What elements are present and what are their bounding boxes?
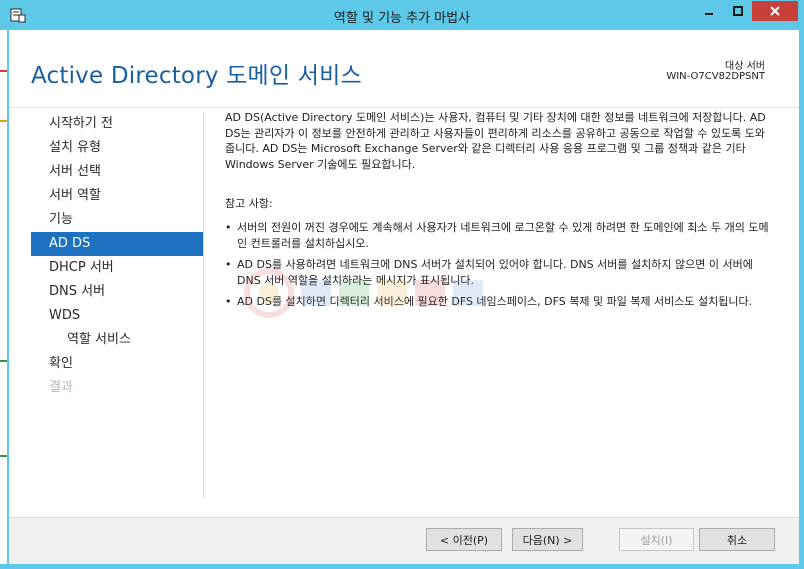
wizard-window: 역할 및 기능 추가 마법사 Active Directory 도메인 서비스 … — [0, 0, 804, 569]
wizard-footer: < 이전(P) 다음(N) > 설치(I) 취소 — [9, 517, 799, 564]
nav-item-dns-server[interactable]: DNS 서버 — [31, 280, 203, 304]
nav-item-wds[interactable]: WDS — [31, 304, 203, 328]
window-bottom-border — [0, 564, 804, 569]
nav-item-dhcp-server[interactable]: DHCP 서버 — [31, 256, 203, 280]
previous-button[interactable]: < 이전(P) — [426, 528, 502, 551]
window-title: 역할 및 기능 추가 마법사 — [333, 11, 471, 26]
wizard-header: Active Directory 도메인 서비스 대상 서버 WIN-O7CV8… — [9, 30, 799, 108]
page-title: Active Directory 도메인 서비스 — [31, 63, 362, 89]
notes-heading: 참고 사항: — [225, 197, 273, 210]
edge-tick-red — [0, 70, 7, 72]
edge-tick-orange — [0, 120, 7, 122]
destination-server-name: WIN-O7CV82DPSNT — [666, 71, 765, 82]
note-item: AD DS를 설치하면 디렉터리 서비스에 필요한 DFS 네임스페이스, DF… — [225, 294, 773, 310]
edge-tick-green-2 — [0, 455, 7, 457]
nav-item-server-roles[interactable]: 서버 역할 — [31, 184, 203, 208]
nav-item-confirmation[interactable]: 확인 — [31, 352, 203, 376]
notes-list: 서버의 전원이 꺼진 경우에도 계속해서 사용자가 네트워크에 로그온할 수 있… — [225, 220, 773, 316]
maximize-button[interactable] — [724, 1, 751, 21]
minimize-icon — [705, 13, 713, 15]
note-item: 서버의 전원이 꺼진 경우에도 계속해서 사용자가 네트워크에 로그온할 수 있… — [225, 220, 773, 251]
install-button: 설치(I) — [619, 528, 694, 551]
nav-item-role-services[interactable]: 역할 서비스 — [31, 328, 203, 352]
left-edge-strip — [0, 30, 7, 569]
close-button[interactable] — [752, 1, 798, 21]
destination-server-label: 대상 서버 — [725, 61, 765, 72]
maximize-icon — [732, 6, 743, 16]
wizard-client-area: Active Directory 도메인 서비스 대상 서버 WIN-O7CV8… — [9, 30, 799, 564]
header-divider — [9, 107, 799, 108]
nav-item-ad-ds[interactable]: AD DS — [31, 232, 203, 256]
cancel-button[interactable]: 취소 — [699, 528, 775, 551]
nav-item-server-selection[interactable]: 서버 선택 — [31, 160, 203, 184]
close-icon — [770, 6, 780, 16]
note-item: AD DS를 사용하려면 네트워크에 DNS 서버가 설치되어 있어야 합니다.… — [225, 257, 773, 288]
nav-item-results: 결과 — [49, 380, 73, 395]
nav-item-installation-type[interactable]: 설치 유형 — [31, 136, 203, 160]
nav-item-features[interactable]: 기능 — [31, 208, 203, 232]
minimize-button[interactable] — [695, 1, 723, 21]
intro-paragraph: AD DS(Active Directory 도메인 서비스)는 사용자, 컴퓨… — [225, 111, 766, 171]
nav-item-before-you-begin[interactable]: 시작하기 전 — [31, 112, 203, 136]
next-button[interactable]: 다음(N) > — [512, 528, 583, 551]
edge-tick-green-1 — [0, 360, 7, 362]
nav-divider — [203, 112, 204, 498]
title-bar[interactable]: 역할 및 기능 추가 마법사 — [0, 0, 804, 30]
